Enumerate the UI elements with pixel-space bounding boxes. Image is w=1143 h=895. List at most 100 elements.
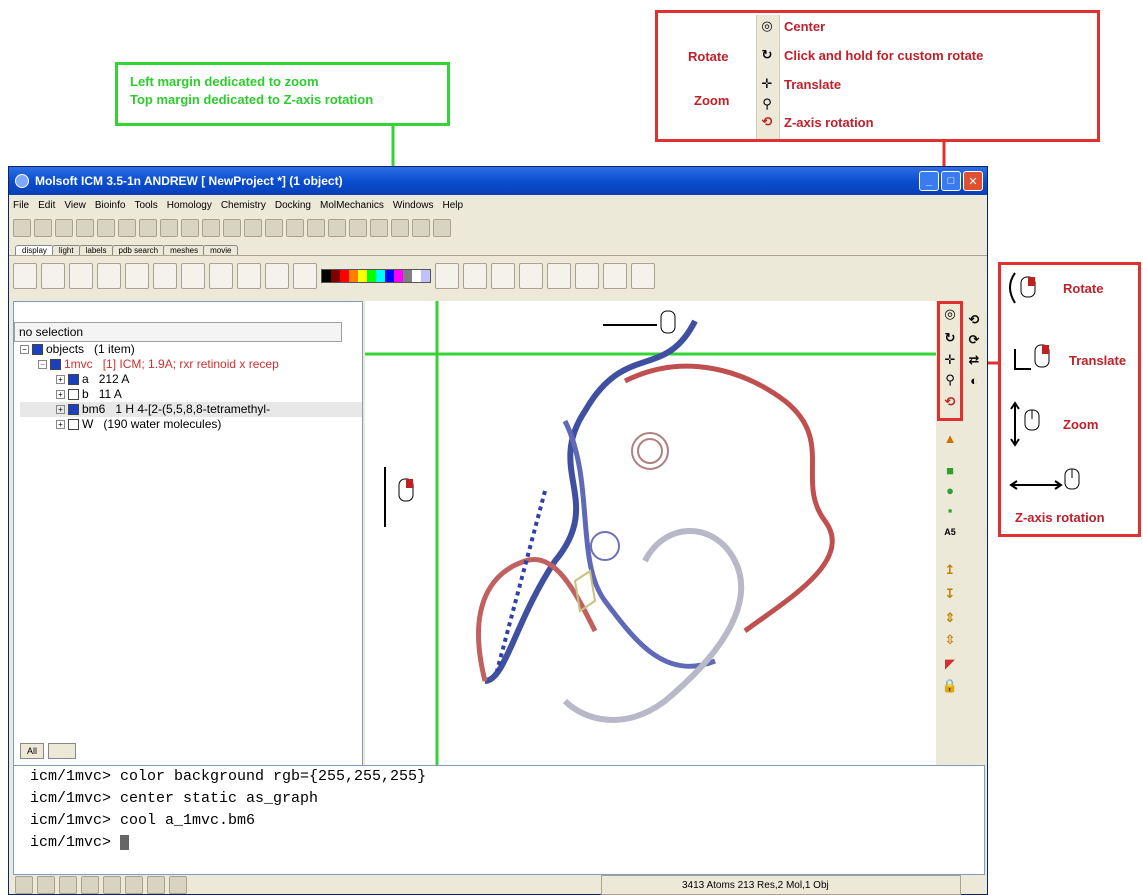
color-palette[interactable] [321, 268, 431, 283]
tab-meshes[interactable]: meshes [163, 245, 206, 255]
menu-help[interactable]: Help [442, 200, 463, 211]
menu-molmechanics[interactable]: MolMechanics [320, 200, 384, 211]
menu-tools[interactable]: Tools [134, 200, 157, 211]
tree-item-1mvc[interactable]: − 1mvc [1] ICM; 1.9A; rxr retinoid x rec… [20, 357, 362, 372]
undo-icon[interactable] [97, 219, 115, 237]
checkbox[interactable] [68, 404, 79, 415]
fog-icon[interactable] [286, 219, 304, 237]
tree-item-objects[interactable]: − objects (1 item) [20, 342, 362, 357]
tab-labels[interactable]: labels [78, 245, 114, 255]
site-label-icon[interactable] [293, 262, 317, 289]
wire-icon[interactable] [41, 262, 65, 289]
display-reset-icon[interactable] [13, 262, 37, 289]
alignment-icon[interactable] [223, 219, 241, 237]
tree-item-b[interactable]: + b 11 A [20, 387, 362, 402]
view-stereo-icon[interactable]: ◐ [965, 371, 983, 389]
grid-icon[interactable] [328, 219, 346, 237]
zoom-icon[interactable]: ⚲ [941, 371, 959, 389]
console-prompt[interactable]: icm/1mvc> [30, 832, 984, 854]
new-file-icon[interactable] [13, 219, 31, 237]
stick-icon[interactable] [69, 262, 93, 289]
move-icon[interactable] [603, 262, 627, 289]
grid-select-icon[interactable]: ▪ [941, 501, 959, 519]
status-sphere-dark-icon[interactable] [37, 876, 55, 894]
xstick-icon[interactable] [125, 262, 149, 289]
save-icon[interactable] [55, 219, 73, 237]
graphics-viewer[interactable] [365, 301, 936, 766]
title-bar[interactable]: Molsoft ICM 3.5-1n ANDREW [ NewProject *… [9, 167, 987, 195]
color-ball-icon[interactable] [370, 219, 388, 237]
menu-homology[interactable]: Homology [167, 200, 212, 211]
menu-edit[interactable]: Edit [38, 200, 55, 211]
view-rotate-y-icon[interactable]: ⟳ [965, 331, 983, 349]
open-file-icon[interactable] [34, 219, 52, 237]
sphere-icon[interactable] [391, 219, 409, 237]
cpk-icon[interactable] [97, 262, 121, 289]
slab-front-icon[interactable]: ↥ [941, 561, 959, 579]
lock-icon[interactable]: 🔒 [941, 677, 959, 695]
atom-label-icon[interactable] [237, 262, 261, 289]
torsion-icon[interactable] [519, 262, 543, 289]
surface-icon[interactable] [153, 262, 177, 289]
checkbox[interactable] [68, 374, 79, 385]
selection-field[interactable]: no selection [14, 322, 342, 342]
tab-pdb-search[interactable]: pdb search [111, 245, 166, 255]
status-list-icon[interactable] [103, 876, 121, 894]
font-icon[interactable] [349, 219, 367, 237]
minimize-button[interactable]: _ [919, 171, 939, 191]
sequence-icon[interactable] [202, 219, 220, 237]
status-sphere-icon[interactable] [15, 876, 33, 894]
rotate-icon[interactable]: ↻ [941, 329, 959, 347]
a5-icon[interactable]: A5 [941, 523, 959, 541]
status-table-icon[interactable] [59, 876, 77, 894]
ribbon-display-icon[interactable] [181, 262, 205, 289]
checkbox[interactable] [68, 389, 79, 400]
view-flip-icon[interactable]: ⇄ [965, 351, 983, 369]
angle-icon[interactable] [491, 262, 515, 289]
fog-depth-icon[interactable]: ◤ [941, 655, 959, 673]
redo-icon[interactable] [118, 219, 136, 237]
graphics-icon[interactable] [265, 219, 283, 237]
menu-file[interactable]: File [13, 200, 29, 211]
menu-view[interactable]: View [64, 200, 86, 211]
tree-item-a[interactable]: + a 212 A [20, 372, 362, 387]
slab-move-icon[interactable]: ⇕ [941, 609, 959, 627]
distance-icon[interactable] [463, 262, 487, 289]
var-label-icon[interactable] [265, 262, 289, 289]
box-icon[interactable]: ■ [941, 461, 959, 479]
status-window-icon[interactable] [81, 876, 99, 894]
checkbox[interactable] [68, 419, 79, 430]
tab-sequence-icon[interactable] [48, 743, 77, 759]
tree-item-water[interactable]: + W (190 water molecules) [20, 417, 362, 432]
align-icon[interactable] [412, 219, 430, 237]
center-icon[interactable]: ◎ [941, 305, 959, 323]
chemistry-icon[interactable] [181, 219, 199, 237]
checkbox[interactable] [50, 359, 61, 370]
tab-movie[interactable]: movie [203, 245, 239, 255]
translate-icon[interactable]: ✛ [941, 351, 959, 369]
tab-display[interactable]: display [15, 245, 54, 255]
menu-windows[interactable]: Windows [393, 200, 434, 211]
slab-back-icon[interactable]: ↧ [941, 585, 959, 603]
close-button[interactable]: ✕ [963, 171, 983, 191]
status-camera-icon[interactable] [147, 876, 165, 894]
tab-all[interactable]: All [20, 743, 45, 759]
residue-label-icon[interactable] [209, 262, 233, 289]
checkbox[interactable] [32, 344, 43, 355]
tree-item-bm6[interactable]: + bm6 1 H 4-[2-(5,5,8,8-tetramethyl- [20, 402, 362, 417]
view-rotate-x-icon[interactable]: ⟲ [965, 311, 983, 329]
command-console[interactable]: icm/1mvc> color background rgb={255,255,… [13, 765, 985, 875]
distribute-icon[interactable] [433, 219, 451, 237]
hbond-icon[interactable] [631, 262, 655, 289]
ribbon-icon[interactable] [244, 219, 262, 237]
refresh-icon[interactable]: ● [941, 481, 959, 499]
tab-light[interactable]: light [51, 245, 81, 255]
menu-bioinfo[interactable]: Bioinfo [95, 200, 126, 211]
color-wheel-icon[interactable] [435, 262, 459, 289]
slab-width-icon[interactable]: ⇳ [941, 631, 959, 649]
status-zoom-icon[interactable] [169, 876, 187, 894]
clip-icon[interactable]: ▲ [941, 429, 959, 447]
search-icon[interactable] [160, 219, 178, 237]
stereo-icon[interactable] [307, 219, 325, 237]
menu-docking[interactable]: Docking [275, 200, 311, 211]
